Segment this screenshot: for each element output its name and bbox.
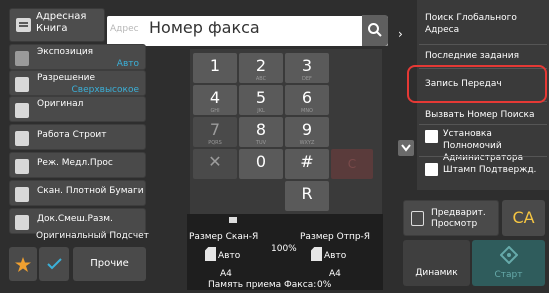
- send-paper-size: A4: [329, 269, 341, 279]
- check-button[interactable]: [39, 247, 69, 281]
- setting-label: Док.Смеш.Разм.: [37, 214, 113, 224]
- start-button[interactable]: Старт: [472, 240, 545, 286]
- scan-status-panel: Размер Скан-Я 100% Размер Отпр-Я Авто Ав…: [187, 214, 383, 290]
- memory-value: 0%: [317, 280, 332, 290]
- address-book-button[interactable]: Адресная Книга: [9, 8, 105, 42]
- setting-value: Авто: [116, 59, 139, 69]
- chevron-right-icon[interactable]: ›: [398, 27, 403, 41]
- start-icon: [500, 246, 518, 264]
- admin-checkbox[interactable]: [425, 130, 438, 143]
- preview-label: Предварит. Просмотр: [431, 208, 486, 229]
- speaker-button[interactable]: Динамик: [403, 240, 470, 286]
- exposure-icon: [15, 51, 29, 66]
- original-icon: [15, 103, 29, 118]
- stamp-checkbox[interactable]: [425, 163, 438, 176]
- setting-label: Работа Строит: [37, 130, 107, 140]
- address-book-label: Адресная Книга: [36, 11, 87, 34]
- numeric-keypad: 1 2 ABC 3 DEF 4 GHI 5 JKL 6 MNO 7 PQRS 8 TUV 9W…: [190, 49, 382, 215]
- favorite-button[interactable]: [9, 247, 37, 281]
- setting-label: Экспозиция: [37, 47, 94, 57]
- stamp-label: Штамп Подтвержд.: [443, 165, 537, 175]
- scale-value: 100%: [271, 244, 297, 254]
- key-clear[interactable]: C: [331, 149, 373, 179]
- search-icon: [368, 23, 382, 37]
- setting-label: Разрешение: [37, 73, 96, 83]
- key-6[interactable]: 6 MNO: [285, 85, 329, 115]
- key-7[interactable]: 7 PQRS: [193, 117, 237, 147]
- preview-icon: [411, 211, 424, 226]
- clear-all-button[interactable]: CA: [502, 200, 545, 236]
- slow-scan-icon: [15, 159, 29, 174]
- send-paper-icon: [311, 247, 322, 261]
- resolution-icon: [15, 77, 29, 92]
- job-build-icon: [15, 131, 29, 146]
- key-0[interactable]: 0: [239, 149, 283, 179]
- recent-jobs-item[interactable]: Последние задания: [425, 51, 519, 61]
- setting-label: Реж. Медл.Прос: [37, 158, 113, 168]
- setting-slow-scan[interactable]: Реж. Медл.Прос: [9, 152, 146, 178]
- scan-size-label: Размер Скан-Я: [189, 232, 259, 242]
- key-8[interactable]: 8 TUV: [239, 117, 283, 147]
- star-icon: [15, 257, 31, 272]
- key-hash[interactable]: #: [285, 149, 329, 179]
- scan-mode: Авто: [218, 251, 241, 261]
- setting-original-count[interactable]: Оригинальный Подсчет: [9, 231, 149, 245]
- mixed-size-icon: [15, 215, 29, 230]
- scan-paper-size: A4: [220, 269, 232, 279]
- address-label: Адрес: [110, 24, 139, 34]
- key-3[interactable]: 3 DEF: [285, 53, 329, 83]
- setting-label: Оригинальный Подсчет: [36, 231, 149, 241]
- key-asterisk[interactable]: ✕: [193, 149, 237, 179]
- key-r[interactable]: R: [285, 181, 329, 211]
- divider: [419, 156, 547, 157]
- other-button[interactable]: Прочие: [73, 247, 146, 281]
- global-address-search[interactable]: Поиск Глобального Адреса: [425, 12, 540, 36]
- setting-original[interactable]: Оригинал: [9, 96, 146, 122]
- search-button[interactable]: [362, 15, 388, 46]
- scanner-icon: [229, 217, 237, 223]
- setting-thick-paper[interactable]: Скан. Плотной Бумаги: [9, 180, 146, 206]
- divider: [419, 44, 547, 45]
- fax-number-input[interactable]: Номер факса: [149, 18, 260, 37]
- call-search-item[interactable]: Вызвать Номер Поиска: [425, 110, 535, 120]
- scan-paper-icon: [205, 247, 216, 261]
- key-5[interactable]: 5 JKL: [239, 85, 283, 115]
- key-1[interactable]: 1: [193, 53, 237, 83]
- checkmark-icon: [47, 258, 62, 270]
- memory-label: Память приема Факса:: [208, 280, 317, 290]
- setting-label: Скан. Плотной Бумаги: [37, 186, 144, 196]
- start-label: Старт: [494, 270, 523, 280]
- key-4[interactable]: 4 GHI: [193, 85, 237, 115]
- setting-job-build[interactable]: Работа Строит: [9, 124, 146, 150]
- send-size-label: Размер Отпр-Я: [300, 232, 371, 242]
- setting-label: Оригинал: [37, 99, 84, 109]
- divider: [419, 124, 547, 125]
- address-book-icon: [16, 18, 31, 32]
- setting-resolution[interactable]: Разрешение Сверхвысокое: [9, 70, 146, 96]
- admin-setting-label: Установка Полномочий Администратора: [443, 129, 524, 163]
- key-9[interactable]: 9 WXYZ: [285, 117, 329, 147]
- chevron-down-icon: [401, 144, 411, 152]
- preview-button[interactable]: Предварит. Просмотр: [403, 200, 499, 236]
- key-2[interactable]: 2 ABC: [239, 53, 283, 83]
- send-mode: Авто: [324, 251, 347, 261]
- scroll-down-button[interactable]: [398, 140, 414, 156]
- setting-value: Сверхвысокое: [71, 85, 139, 95]
- send-log-highlight: [407, 65, 547, 103]
- setting-exposure[interactable]: Экспозиция Авто: [9, 44, 146, 70]
- thick-paper-icon: [15, 187, 29, 202]
